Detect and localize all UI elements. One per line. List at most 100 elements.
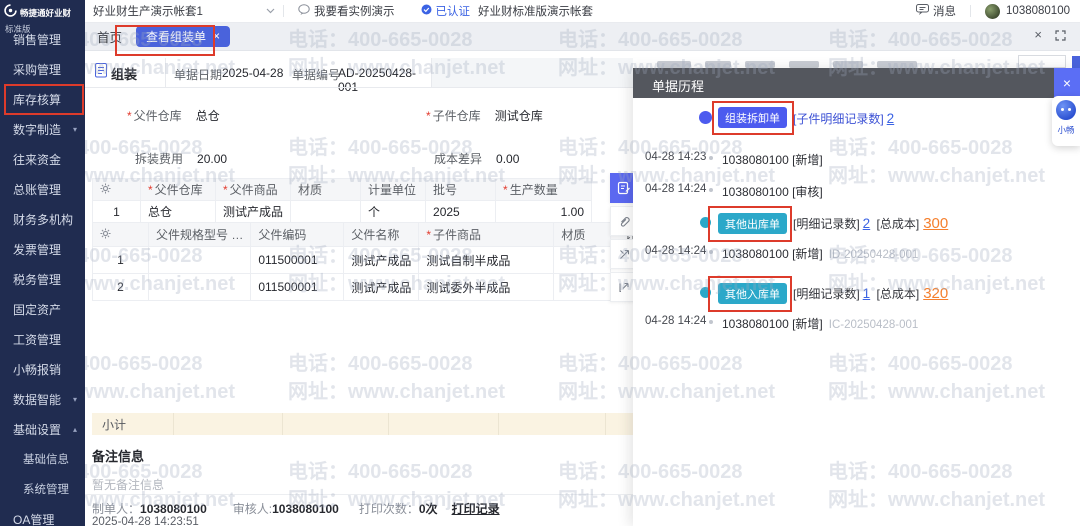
log-text: 1038080100 [新增]IC-20250428-001	[722, 315, 918, 332]
sidebar-item-oa-mgmt[interactable]: OA管理	[0, 504, 85, 526]
column-header[interactable]: *子件商品	[419, 223, 554, 247]
topbar: 好业财生产演示帐套1 我要看实例演示 已认证 好业财标准版演示帐套	[85, 0, 1080, 23]
assistant-widget[interactable]: 小畅	[1052, 96, 1080, 146]
sidebar-item-funds[interactable]: 往来资金	[0, 144, 85, 174]
maker-value: 1038080100	[140, 502, 207, 516]
hidden-primary-button	[1072, 56, 1080, 68]
entry-meta: [子件明细记录数]2	[793, 110, 897, 127]
tab-close-icon[interactable]: ×	[213, 30, 220, 42]
hidden-button	[1018, 55, 1066, 68]
column-header[interactable]: 父件名称	[344, 223, 419, 247]
log-time: 04-28 14:24	[645, 183, 706, 195]
history-doc-icon	[617, 181, 631, 195]
sidebar-item-basic-settings[interactable]: 基础设置▴	[0, 414, 85, 444]
column-header[interactable]: *父件商品	[216, 179, 291, 201]
log-time: 04-28 14:24	[645, 315, 706, 327]
panel-title: 单据历程	[652, 76, 704, 95]
brand: 畅捷通好业财	[0, 0, 85, 22]
detail-count-link[interactable]: 2	[863, 216, 871, 231]
total-cost-link[interactable]: 300	[923, 215, 948, 232]
detail-count-link[interactable]: 1	[863, 286, 871, 301]
doc-date-label: 单据日期	[174, 66, 222, 83]
remarks-title: 备注信息	[92, 446, 144, 465]
log-dot	[709, 250, 713, 254]
assistant-robot-icon	[1056, 100, 1076, 120]
column-settings-button[interactable]	[93, 223, 149, 247]
subtotal-label: 小计	[102, 416, 126, 433]
log-text: 1038080100 [新增]ID-20250428-001	[722, 245, 918, 262]
total-cost-link[interactable]: 320	[923, 285, 948, 302]
user-id[interactable]: 1038080100	[1006, 5, 1070, 17]
sidebar: 畅捷通好业财 标准版 销售管理 采购管理 库存核算 数字制造▾ 往来资金 总账管…	[0, 0, 85, 526]
other-inbound-doc-badge[interactable]: 其他入库单	[718, 283, 787, 304]
sidebar-item-system-mgmt[interactable]: 系统管理	[0, 474, 85, 504]
column-header[interactable]: 材质	[291, 179, 361, 201]
timeline-dot	[700, 217, 711, 228]
sidebar-item-general-ledger[interactable]: 总账管理	[0, 174, 85, 204]
created-datetime: 2025-04-28 14:23:51	[92, 516, 199, 526]
sidebar-item-purchase-mgmt[interactable]: 采购管理	[0, 54, 85, 84]
app-window: 畅捷通好业财 标准版 销售管理 采购管理 库存核算 数字制造▾ 往来资金 总账管…	[0, 0, 1080, 526]
log-time: 04-28 14:23	[645, 151, 706, 163]
other-outbound-doc-badge[interactable]: 其他出库单	[718, 213, 787, 234]
column-header[interactable]: 父件编码	[251, 223, 344, 247]
message-icon	[916, 4, 929, 18]
table-row[interactable]: 1 总仓 测试产成品 个 2025 1.00	[93, 201, 592, 223]
tab-home[interactable]: 首页	[97, 27, 122, 46]
demo-link[interactable]: 我要看实例演示	[298, 3, 395, 19]
table-row[interactable]: 1 011500001 测试产成品 测试自制半成品 个	[93, 247, 681, 274]
sidebar-item-tax-mgmt[interactable]: 税务管理	[0, 264, 85, 294]
sidebar-item-xiaochang-expense[interactable]: 小畅报销	[0, 354, 85, 384]
assembly-doc-icon	[95, 63, 107, 83]
field-parent-warehouse[interactable]: *父件仓库总仓	[127, 107, 220, 124]
user-avatar[interactable]	[985, 4, 1000, 19]
chanjet-logo-icon	[4, 4, 17, 22]
certified-badge[interactable]: 已认证	[421, 3, 471, 19]
gear-icon	[100, 183, 111, 194]
column-header[interactable]: 计量单位	[361, 179, 426, 201]
chevron-down-icon	[266, 8, 275, 14]
demo-chat-icon	[298, 4, 310, 18]
print-count-value: 0次	[419, 500, 438, 517]
sidebar-item-fixed-assets[interactable]: 固定资产	[0, 294, 85, 324]
auditor-label: 审核人:	[233, 500, 272, 517]
column-header[interactable]: *父件仓库	[141, 179, 216, 201]
column-header[interactable]: 材质	[554, 223, 611, 247]
column-header[interactable]: 批号	[426, 179, 496, 201]
sidebar-item-inventory-accounting[interactable]: 库存核算	[0, 84, 85, 114]
messages-button[interactable]: 消息	[916, 3, 956, 19]
entry-meta: [明细记录数]1 [总成本]320	[793, 285, 948, 302]
sidebar-item-finance-multi-org[interactable]: 财务多机构	[0, 204, 85, 234]
close-all-tabs-icon[interactable]: ×	[1034, 28, 1042, 41]
sidebar-item-payroll[interactable]: 工资管理	[0, 324, 85, 354]
fullscreen-icon[interactable]	[1055, 30, 1066, 43]
sidebar-item-basic-info[interactable]: 基础信息	[0, 444, 85, 474]
org-name[interactable]: 好业财标准版演示帐套	[478, 3, 593, 19]
column-header[interactable]: *生产数量	[496, 179, 592, 201]
column-header[interactable]: 父件规格型号 …	[149, 223, 251, 247]
account-set-dropdown[interactable]: 好业财生产演示帐套1	[85, 3, 275, 19]
sidebar-item-digital-manufacturing[interactable]: 数字制造▾	[0, 114, 85, 144]
assembly-disassembly-doc-badge[interactable]: 组装拆卸单	[718, 107, 787, 128]
parent-item-table: *父件仓库 *父件商品 材质 计量单位 批号 *生产数量 1 总仓 测试产成品 …	[92, 178, 592, 223]
doc-type-title: 组装	[111, 64, 137, 83]
table-row[interactable]: 2 011500001 测试产成品 测试委外半成品 个	[93, 274, 681, 301]
log-dot	[709, 320, 713, 324]
jump-arrow-icon	[618, 281, 631, 294]
gear-icon	[100, 228, 111, 239]
print-log-link[interactable]: 打印记录	[452, 500, 500, 517]
paperclip-icon	[618, 215, 631, 228]
tab-view-assembly-order[interactable]: 查看组装单 ×	[136, 26, 230, 47]
sidebar-item-data-intelligence[interactable]: 数据智能▾	[0, 384, 85, 414]
log-text: 1038080100 [审核]	[722, 183, 823, 200]
certified-icon	[421, 4, 432, 18]
field-disassembly-fee[interactable]: 拆装费用20.00	[133, 150, 227, 167]
child-detail-count-link[interactable]: 2	[887, 111, 895, 126]
panel-close-button[interactable]: ×	[1054, 68, 1080, 98]
field-child-warehouse[interactable]: *子件仓库测试仓库	[426, 107, 543, 124]
column-settings-button[interactable]	[93, 179, 141, 201]
field-cost-variance[interactable]: 成本差异0.00	[432, 150, 519, 167]
log-dot	[709, 156, 713, 160]
sidebar-item-invoice-mgmt[interactable]: 发票管理	[0, 234, 85, 264]
sidebar-item-sales-mgmt[interactable]: 销售管理	[0, 24, 85, 54]
